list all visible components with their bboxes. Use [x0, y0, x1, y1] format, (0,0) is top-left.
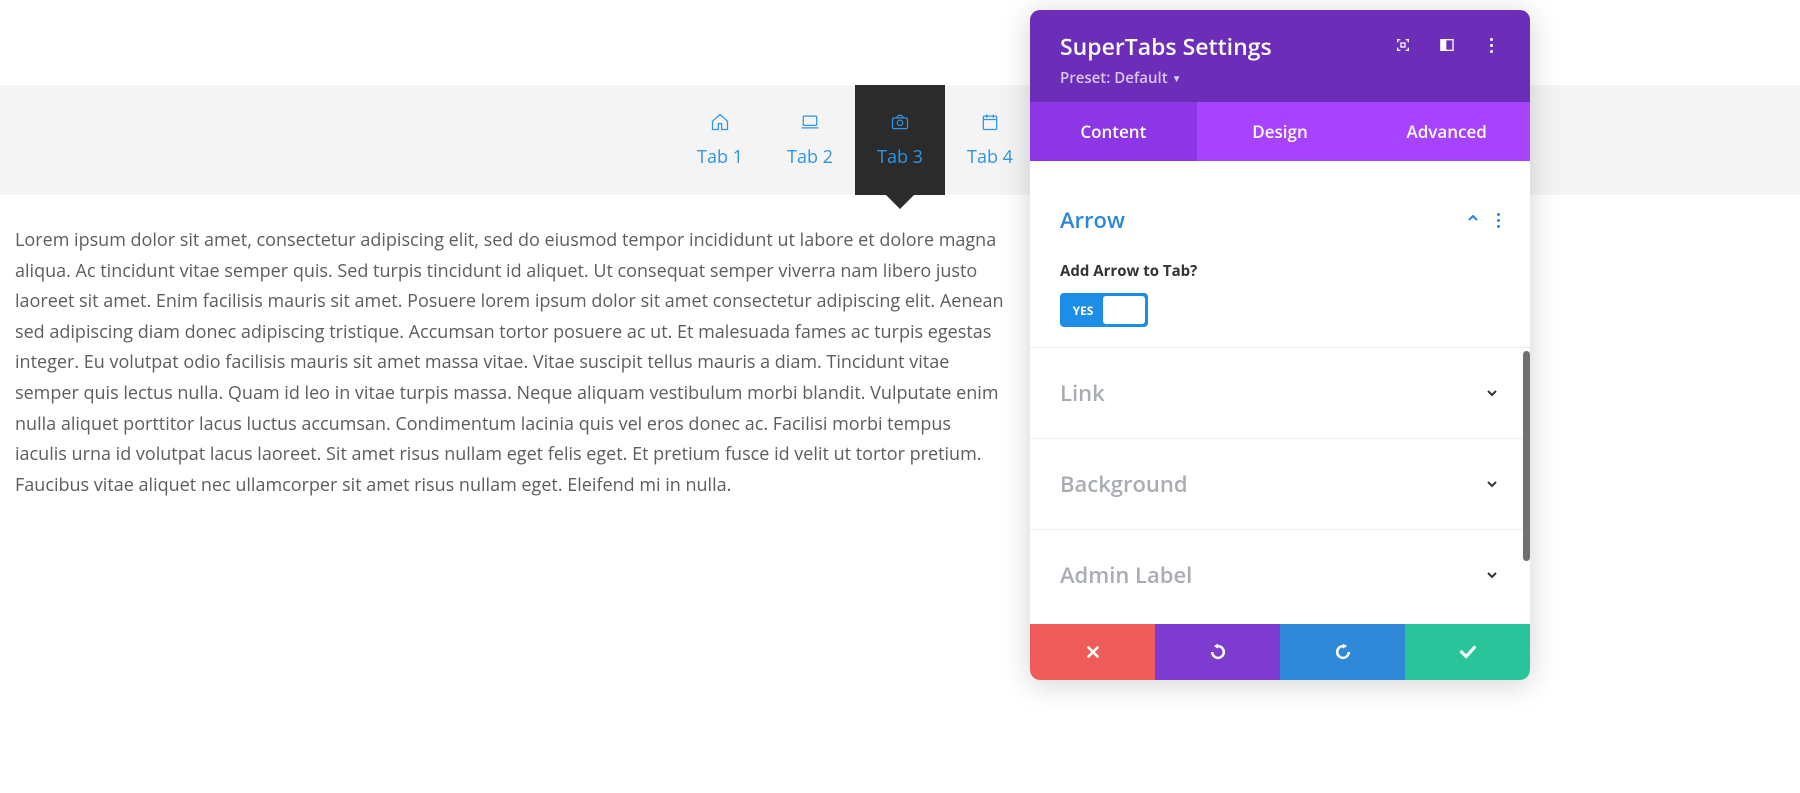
tab-2[interactable]: Tab 2: [765, 85, 855, 195]
expand-icon[interactable]: [1394, 36, 1412, 54]
panel-footer: [1030, 624, 1530, 680]
tab-label: Tab 1: [697, 145, 743, 169]
chevron-up-icon: [1465, 208, 1481, 232]
preset-selector[interactable]: Preset: Default ▼: [1060, 68, 1272, 88]
panel-body: Arrow Add Arrow to Tab? YES Link: [1030, 161, 1530, 624]
scrollbar[interactable]: [1523, 351, 1530, 561]
tab-3[interactable]: Tab 3: [855, 85, 945, 195]
section-link: Link: [1030, 348, 1530, 439]
tab-content-text: Lorem ipsum dolor sit amet, consectetur …: [0, 195, 1020, 500]
section-link-header[interactable]: Link: [1060, 368, 1500, 418]
section-more-icon[interactable]: [1497, 213, 1500, 228]
section-title: Link: [1060, 378, 1105, 408]
section-arrow: Arrow Add Arrow to Tab? YES: [1030, 185, 1530, 348]
toggle-knob: [1103, 296, 1145, 324]
toggle-value: YES: [1063, 302, 1103, 319]
section-title: Background: [1060, 469, 1188, 499]
tab-design[interactable]: Design: [1197, 102, 1364, 161]
panel-header: SuperTabs Settings Preset: Default ▼: [1030, 10, 1530, 102]
tab-advanced[interactable]: Advanced: [1363, 102, 1530, 161]
tab-label: Tab 3: [877, 145, 923, 169]
cancel-button[interactable]: [1030, 624, 1155, 680]
section-arrow-header[interactable]: Arrow: [1060, 205, 1500, 235]
toggle-add-arrow[interactable]: YES: [1060, 293, 1148, 327]
preset-label: Preset: Default: [1060, 68, 1168, 88]
caret-down-icon: ▼: [1172, 71, 1182, 85]
field-label-add-arrow: Add Arrow to Tab?: [1060, 261, 1500, 281]
redo-button[interactable]: [1280, 624, 1405, 680]
save-button[interactable]: [1405, 624, 1530, 680]
laptop-icon: [800, 111, 820, 133]
home-icon: [710, 111, 730, 133]
settings-panel: SuperTabs Settings Preset: Default ▼ Con…: [1030, 10, 1530, 680]
tabs-bar: Tab 1 Tab 2 Tab 3 Tab 4 Tab 5: [0, 85, 1800, 195]
tab-4[interactable]: Tab 4: [945, 85, 1035, 195]
chevron-down-icon: [1484, 476, 1500, 492]
section-admin-label: Admin Label: [1030, 530, 1530, 614]
page-canvas: Tab 1 Tab 2 Tab 3 Tab 4 Tab 5: [0, 0, 1800, 500]
calendar-icon: [980, 111, 1000, 133]
section-background-header[interactable]: Background: [1060, 459, 1500, 509]
camera-icon: [890, 111, 910, 133]
snap-left-icon[interactable]: [1438, 36, 1456, 54]
chevron-down-icon: [1484, 567, 1500, 583]
tab-content[interactable]: Content: [1030, 102, 1197, 161]
panel-title: SuperTabs Settings: [1060, 30, 1272, 62]
section-title: Arrow: [1060, 205, 1125, 235]
tab-label: Tab 2: [787, 145, 833, 169]
more-icon[interactable]: [1482, 36, 1500, 54]
tab-label: Tab 4: [967, 145, 1013, 169]
section-background: Background: [1030, 439, 1530, 530]
chevron-down-icon: [1484, 385, 1500, 401]
undo-button[interactable]: [1155, 624, 1280, 680]
panel-tabs: Content Design Advanced: [1030, 102, 1530, 161]
tab-1[interactable]: Tab 1: [675, 85, 765, 195]
section-title: Admin Label: [1060, 560, 1192, 590]
section-admin-label-header[interactable]: Admin Label: [1060, 550, 1500, 594]
